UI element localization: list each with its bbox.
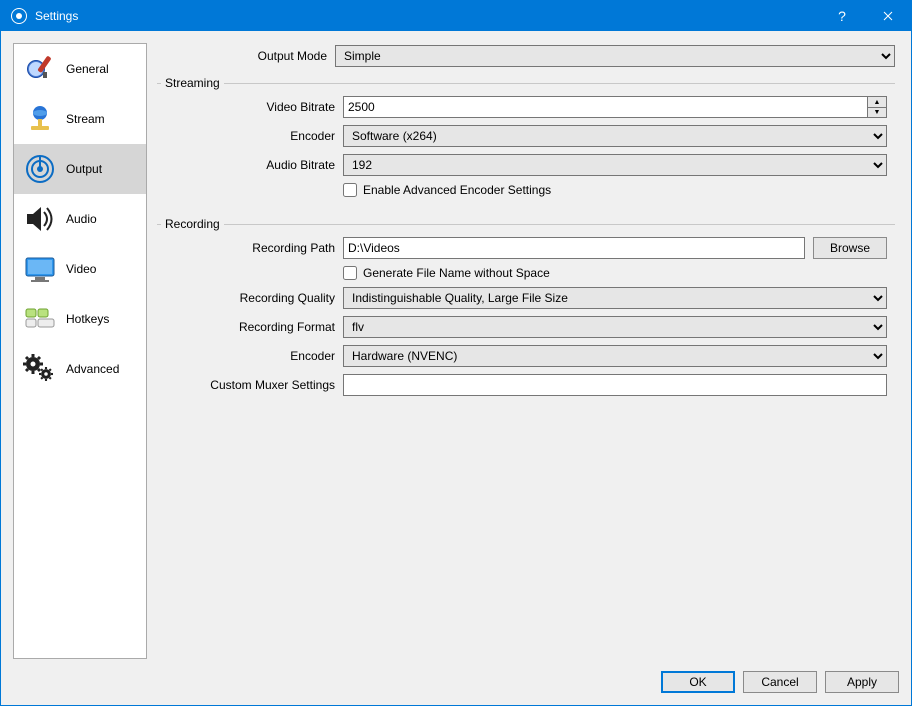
help-button[interactable]: ?	[819, 1, 865, 31]
cancel-button[interactable]: Cancel	[743, 671, 817, 693]
enable-advanced-checkbox[interactable]	[343, 183, 357, 197]
sidebar-item-label: General	[66, 62, 109, 76]
recording-encoder-label: Encoder	[165, 349, 343, 363]
streaming-group-title: Streaming	[161, 76, 224, 90]
output-icon	[22, 151, 58, 187]
sidebar-item-label: Audio	[66, 212, 97, 226]
video-bitrate-input[interactable]	[343, 96, 868, 118]
client-area: General Stream	[1, 31, 911, 705]
sidebar-item-general[interactable]: General	[14, 44, 146, 94]
close-button[interactable]	[865, 1, 911, 31]
output-mode-row: Output Mode Simple	[157, 43, 895, 69]
generate-no-space-label: Generate File Name without Space	[363, 266, 550, 280]
streaming-encoder-label: Encoder	[165, 129, 343, 143]
recording-path-input[interactable]	[343, 237, 805, 259]
window-title: Settings	[35, 9, 78, 23]
help-icon: ?	[838, 8, 846, 24]
video-bitrate-down[interactable]: ▼	[868, 107, 886, 117]
sidebar-item-video[interactable]: Video	[14, 244, 146, 294]
output-mode-select[interactable]: Simple	[335, 45, 895, 67]
browse-button[interactable]: Browse	[813, 237, 887, 259]
advanced-icon	[22, 351, 58, 387]
custom-muxer-label: Custom Muxer Settings	[165, 378, 343, 392]
sidebar-item-label: Video	[66, 262, 96, 276]
titlebar: Settings ?	[1, 1, 911, 31]
recording-group: Recording Recording Path Browse	[157, 224, 895, 409]
enable-advanced-label: Enable Advanced Encoder Settings	[363, 183, 551, 197]
streaming-group: Streaming Video Bitrate ▲ ▼	[157, 83, 895, 210]
main-area: General Stream	[13, 43, 899, 659]
video-bitrate-label: Video Bitrate	[165, 100, 343, 114]
general-icon	[22, 51, 58, 87]
video-icon	[22, 251, 58, 287]
sidebar[interactable]: General Stream	[13, 43, 147, 659]
generate-no-space-row[interactable]: Generate File Name without Space	[343, 266, 550, 280]
close-icon	[883, 11, 893, 21]
sidebar-item-audio[interactable]: Audio	[14, 194, 146, 244]
sidebar-item-hotkeys[interactable]: Hotkeys	[14, 294, 146, 344]
stream-icon	[22, 101, 58, 137]
recording-quality-label: Recording Quality	[165, 291, 343, 305]
generate-no-space-checkbox[interactable]	[343, 266, 357, 280]
video-bitrate-up[interactable]: ▲	[868, 97, 886, 107]
recording-encoder-select[interactable]: Hardware (NVENC)	[343, 345, 887, 367]
audio-bitrate-select[interactable]: 192	[343, 154, 887, 176]
sidebar-item-label: Advanced	[66, 362, 119, 376]
output-settings-panel: Output Mode Simple Streaming Video Bitra…	[157, 43, 899, 659]
ok-button[interactable]: OK	[661, 671, 735, 693]
dialog-footer: OK Cancel Apply	[13, 667, 899, 693]
streaming-encoder-select[interactable]: Software (x264)	[343, 125, 887, 147]
audio-bitrate-label: Audio Bitrate	[165, 158, 343, 172]
sidebar-item-label: Output	[66, 162, 102, 176]
recording-format-label: Recording Format	[165, 320, 343, 334]
apply-button[interactable]: Apply	[825, 671, 899, 693]
recording-format-select[interactable]: flv	[343, 316, 887, 338]
custom-muxer-input[interactable]	[343, 374, 887, 396]
sidebar-item-advanced[interactable]: Advanced	[14, 344, 146, 394]
sidebar-item-output[interactable]: Output	[14, 144, 146, 194]
audio-icon	[22, 201, 58, 237]
recording-group-title: Recording	[161, 217, 224, 231]
enable-advanced-row[interactable]: Enable Advanced Encoder Settings	[343, 183, 551, 197]
app-icon	[11, 8, 27, 24]
sidebar-item-stream[interactable]: Stream	[14, 94, 146, 144]
recording-quality-select[interactable]: Indistinguishable Quality, Large File Si…	[343, 287, 887, 309]
sidebar-item-label: Hotkeys	[66, 312, 109, 326]
settings-window: Settings ?	[0, 0, 912, 706]
sidebar-item-label: Stream	[66, 112, 105, 126]
recording-path-label: Recording Path	[165, 241, 343, 255]
output-mode-label: Output Mode	[157, 49, 335, 63]
hotkeys-icon	[22, 301, 58, 337]
